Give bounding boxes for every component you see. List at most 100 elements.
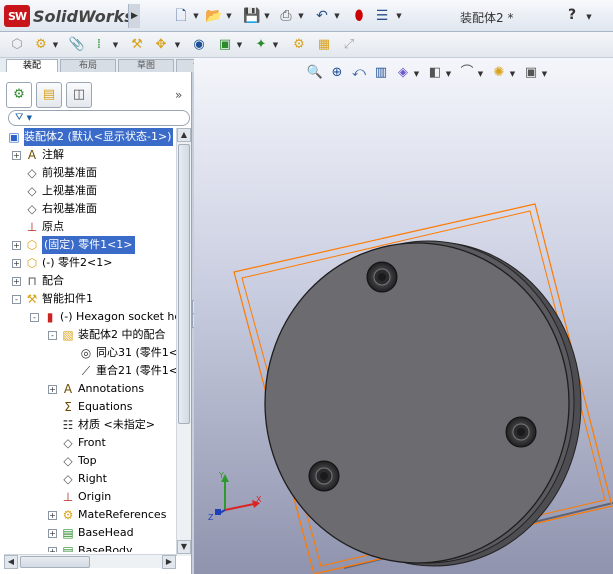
collapse-symbol: »: [175, 88, 183, 102]
collapse-minus-icon[interactable]: -: [12, 295, 21, 304]
print-icon[interactable]: ⎙: [277, 7, 295, 25]
options-list-icon[interactable]: ☰: [373, 7, 391, 25]
feature-filter-input[interactable]: ⛛ ▼: [8, 110, 190, 126]
tree-item[interactable]: ▣ 装配体2 (默认<显示状态-1>): [4, 128, 176, 146]
tree-item-label: Front: [78, 436, 106, 449]
exploded-view-icon[interactable]: ⤢: [340, 36, 358, 54]
feature-manager-tab-icon[interactable]: ⚙: [6, 82, 32, 108]
help-dropdown-icon[interactable]: ▼: [585, 12, 593, 22]
collapse-panel-icon[interactable]: »: [175, 88, 182, 102]
reference-geometry-icon[interactable]: ✦: [252, 36, 270, 54]
horizontal-scroll-thumb[interactable]: [20, 556, 90, 568]
collapse-minus-icon[interactable]: -: [48, 331, 57, 340]
tree-item[interactable]: + ⊓ 配合: [4, 272, 176, 290]
bolt-hole-left[interactable]: [308, 460, 340, 492]
expand-plus-icon[interactable]: +: [12, 241, 21, 250]
app-name: SolidWorks: [33, 6, 134, 26]
assembly-features-icon[interactable]: ▣: [216, 36, 234, 54]
tree-item[interactable]: - ⚒ 智能扣件1: [4, 290, 176, 308]
save-icon[interactable]: 💾: [243, 7, 261, 25]
bolt-hole-top[interactable]: [366, 261, 398, 293]
new-document-icon[interactable]: 🗋: [172, 7, 190, 25]
expand-plus-icon[interactable]: +: [48, 511, 57, 520]
insert-component-icon[interactable]: ⬡: [8, 36, 26, 54]
tree-item-label: (-) 零件2<1>: [42, 256, 113, 269]
tree-item[interactable]: ◇ Front: [4, 434, 176, 452]
mate-icon[interactable]: 📎: [68, 36, 86, 54]
smart-fasteners-icon[interactable]: ⚒: [128, 36, 146, 54]
options-dropdown-icon[interactable]: ▼: [395, 11, 403, 21]
scroll-right-icon[interactable]: ▶: [162, 555, 176, 569]
tree-item[interactable]: + A Annotations: [4, 380, 176, 398]
vertical-scrollbar[interactable]: ▲ ▼: [176, 128, 191, 556]
pattern-dropdown-icon[interactable]: ▼: [112, 41, 119, 49]
new-motion-study-icon[interactable]: ⚙: [290, 36, 308, 54]
undo-dropdown-icon[interactable]: ▼: [333, 11, 341, 21]
vertical-scroll-thumb[interactable]: [178, 144, 190, 424]
tree-item[interactable]: + ▤ BaseBody: [4, 542, 176, 552]
tree-item[interactable]: ◎ 同心31 (零件1<1>): [4, 344, 176, 362]
tree-item[interactable]: -▮ (-) Hexagon socket head cap screw: [4, 308, 176, 326]
solidworks-logo[interactable]: SW SolidWorks: [4, 4, 134, 28]
save-dropdown-icon[interactable]: ▼: [263, 11, 271, 21]
undo-icon[interactable]: ↶: [313, 7, 331, 25]
scroll-up-icon[interactable]: ▲: [177, 128, 191, 142]
open-folder-icon[interactable]: 📂: [205, 7, 223, 25]
tree-item[interactable]: ◇ Right: [4, 470, 176, 488]
expand-plus-icon[interactable]: +: [12, 259, 21, 268]
tree-item[interactable]: ◇ 上视基准面: [4, 182, 176, 200]
tree-item[interactable]: ⟋ 重合21 (零件1<1>): [4, 362, 176, 380]
menu-expand-arrow-icon[interactable]: ▶: [128, 4, 140, 28]
tree-item[interactable]: ◇ Top: [4, 452, 176, 470]
show-hidden-icon[interactable]: ◉: [190, 36, 208, 54]
tree-item[interactable]: ⊥ Origin: [4, 488, 176, 506]
bolt-hole-right[interactable]: [505, 416, 537, 448]
scroll-down-icon[interactable]: ▼: [177, 540, 191, 554]
collapse-minus-icon[interactable]: -: [30, 313, 39, 322]
tree-item[interactable]: + ⬡ (固定) 零件1<1>: [4, 236, 176, 254]
tree-item[interactable]: + ⬡ (-) 零件2<1>: [4, 254, 176, 272]
tree-item[interactable]: ⊥ 原点: [4, 218, 176, 236]
tree-item[interactable]: Σ Equations: [4, 398, 176, 416]
mates-icon: ⊓: [27, 274, 37, 288]
tab-layout[interactable]: 布局: [60, 59, 116, 72]
tab-assembly[interactable]: 装配: [6, 59, 58, 72]
bill-of-materials-icon[interactable]: ▦: [315, 36, 333, 54]
expand-plus-icon[interactable]: +: [48, 547, 57, 552]
configuration-manager-tab-icon[interactable]: ◫: [66, 82, 92, 108]
property-manager-tab-icon[interactable]: ▤: [36, 82, 62, 108]
print-dropdown-icon[interactable]: ▼: [297, 11, 305, 21]
tree-item-label: 前视基准面: [42, 166, 97, 179]
filter-dropdown-icon[interactable]: ▼: [27, 114, 32, 122]
tree-item[interactable]: ◇ 前视基准面: [4, 164, 176, 182]
insert-dropdown-icon[interactable]: ▼: [52, 41, 59, 49]
tree-item[interactable]: + ⚙ MateReferences: [4, 506, 176, 524]
sw-badge: SW: [4, 5, 30, 27]
expand-plus-icon[interactable]: +: [48, 385, 57, 394]
move-dropdown-icon[interactable]: ▼: [174, 41, 181, 49]
features-dropdown-icon[interactable]: ▼: [236, 41, 243, 49]
move-component-icon[interactable]: ✥: [152, 36, 170, 54]
tree-item[interactable]: + A 注解: [4, 146, 176, 164]
tab-sketch[interactable]: 草图: [118, 59, 174, 72]
expand-plus-icon[interactable]: +: [12, 277, 21, 286]
new-dropdown-icon[interactable]: ▼: [192, 11, 200, 21]
rebuild-traffic-light-icon[interactable]: ⬮: [350, 7, 368, 25]
tree-item[interactable]: - ▧ 装配体2 中的配合: [4, 326, 176, 344]
graphics-viewport[interactable]: 🔍 ⊕ ⤺ ▥ ◈ ▼ ◧ ▼ ⌒ ▼ ✺ ▼ ▣ ▼ Y X Z: [194, 58, 613, 574]
expand-plus-icon[interactable]: +: [12, 151, 21, 160]
expand-plus-icon[interactable]: +: [48, 529, 57, 538]
tree-item-label: Origin: [78, 490, 112, 503]
reference-dropdown-icon[interactable]: ▼: [272, 41, 279, 49]
tree-item[interactable]: ◇ 右视基准面: [4, 200, 176, 218]
new-part-icon[interactable]: ⚙: [32, 36, 50, 54]
open-dropdown-icon[interactable]: ▼: [225, 11, 233, 21]
linear-pattern-icon[interactable]: ⁞: [90, 36, 108, 54]
tree-item[interactable]: ☷ 材质 <未指定>: [4, 416, 176, 434]
horizontal-scrollbar[interactable]: ◀ ▶: [4, 554, 176, 569]
scroll-left-icon[interactable]: ◀: [4, 555, 18, 569]
tree-item[interactable]: + ▤ BaseHead: [4, 524, 176, 542]
help-icon[interactable]: ?: [568, 7, 576, 23]
concentric-icon: ◎: [80, 346, 92, 360]
model-scene[interactable]: Y X Z: [194, 58, 613, 574]
